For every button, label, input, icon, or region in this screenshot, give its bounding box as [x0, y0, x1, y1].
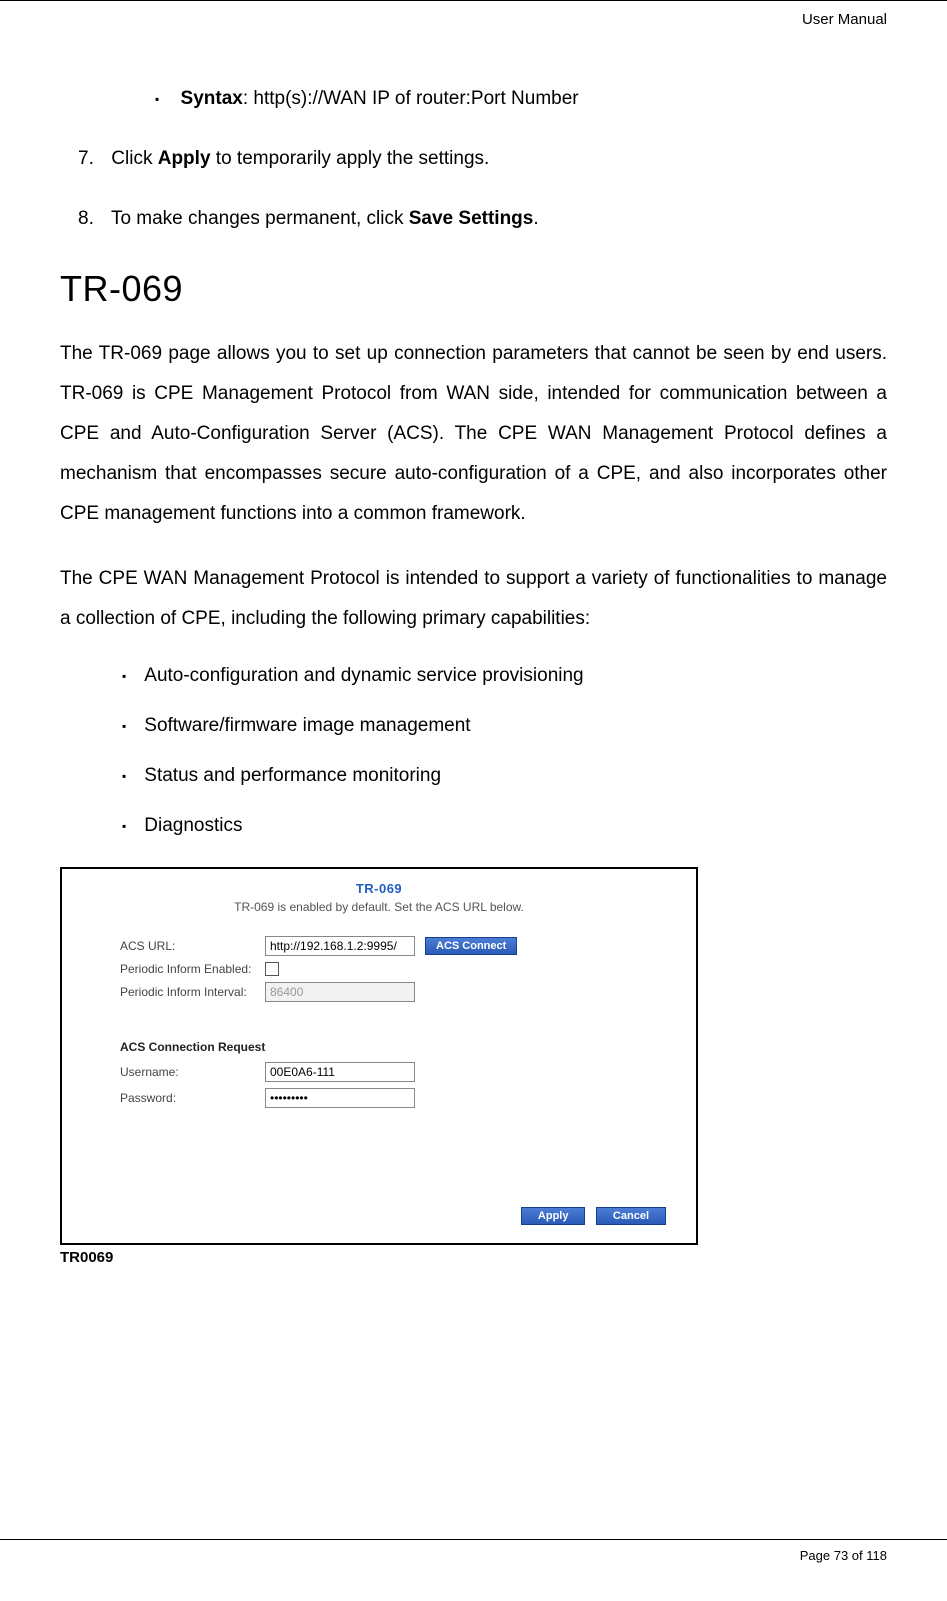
list-item: Diagnostics: [122, 815, 887, 837]
acs-request-header: ACS Connection Request: [80, 1040, 678, 1054]
step-text-post: .: [533, 208, 538, 229]
inform-interval-label: Periodic Inform Interval:: [80, 985, 265, 999]
inform-interval-row: Periodic Inform Interval:: [80, 982, 678, 1002]
tr069-panel: TR-069 TR-069 is enabled by default. Set…: [60, 867, 698, 1245]
password-input[interactable]: [265, 1088, 415, 1108]
embedded-screenshot: TR-069 TR-069 is enabled by default. Set…: [60, 867, 887, 1266]
section-para-2: The CPE WAN Management Protocol is inten…: [60, 559, 887, 639]
inform-enabled-row: Periodic Inform Enabled:: [80, 962, 678, 976]
syntax-line: Syntax: http(s)://WAN IP of router:Port …: [155, 88, 887, 110]
page-footer: Page 73 of 118: [0, 1540, 947, 1583]
acs-url-label: ACS URL:: [80, 939, 265, 953]
step-text-pre: To make changes permanent, click: [111, 208, 409, 229]
step-number: 8.: [78, 208, 106, 230]
step-text-bold: Save Settings: [409, 208, 534, 229]
password-row: Password:: [80, 1088, 678, 1108]
section-para-1: The TR-069 page allows you to set up con…: [60, 334, 887, 533]
username-label: Username:: [80, 1065, 265, 1079]
panel-title: TR-069: [80, 881, 678, 896]
cancel-button[interactable]: Cancel: [596, 1207, 666, 1225]
panel-subtitle: TR-069 is enabled by default. Set the AC…: [80, 900, 678, 914]
step-8: 8. To make changes permanent, click Save…: [78, 208, 887, 230]
step-text-post: to temporarily apply the settings.: [211, 148, 490, 169]
acs-url-input[interactable]: [265, 936, 415, 956]
inform-enabled-label: Periodic Inform Enabled:: [80, 962, 265, 976]
header-label: User Manual: [0, 1, 947, 28]
list-item: Software/firmware image management: [122, 715, 887, 737]
panel-footer-buttons: Apply Cancel: [80, 1198, 678, 1233]
password-label: Password:: [80, 1091, 265, 1105]
acs-url-row: ACS URL: ACS Connect: [80, 936, 678, 956]
username-input[interactable]: [265, 1062, 415, 1082]
document-page: User Manual Syntax: http(s)://WAN IP of …: [0, 0, 947, 1540]
list-item: Auto-configuration and dynamic service p…: [122, 665, 887, 687]
panel-inner: TR-069 TR-069 is enabled by default. Set…: [62, 869, 696, 1243]
apply-button[interactable]: Apply: [521, 1207, 586, 1225]
syntax-label: Syntax: [181, 88, 243, 109]
username-row: Username:: [80, 1062, 678, 1082]
inform-interval-input[interactable]: [265, 982, 415, 1002]
syntax-value: : http(s)://WAN IP of router:Port Number: [243, 88, 579, 109]
capabilities-list: Auto-configuration and dynamic service p…: [122, 665, 887, 837]
page-content: Syntax: http(s)://WAN IP of router:Port …: [0, 28, 947, 1266]
list-item: Status and performance monitoring: [122, 765, 887, 787]
section-heading: TR-069: [60, 268, 887, 310]
step-text-pre: Click: [111, 148, 157, 169]
step-7: 7. Click Apply to temporarily apply the …: [78, 148, 887, 170]
inform-enabled-checkbox[interactable]: [265, 962, 279, 976]
figure-caption: TR0069: [60, 1249, 887, 1266]
step-number: 7.: [78, 148, 106, 170]
acs-connect-button[interactable]: ACS Connect: [425, 937, 517, 955]
step-text-bold: Apply: [158, 148, 211, 169]
